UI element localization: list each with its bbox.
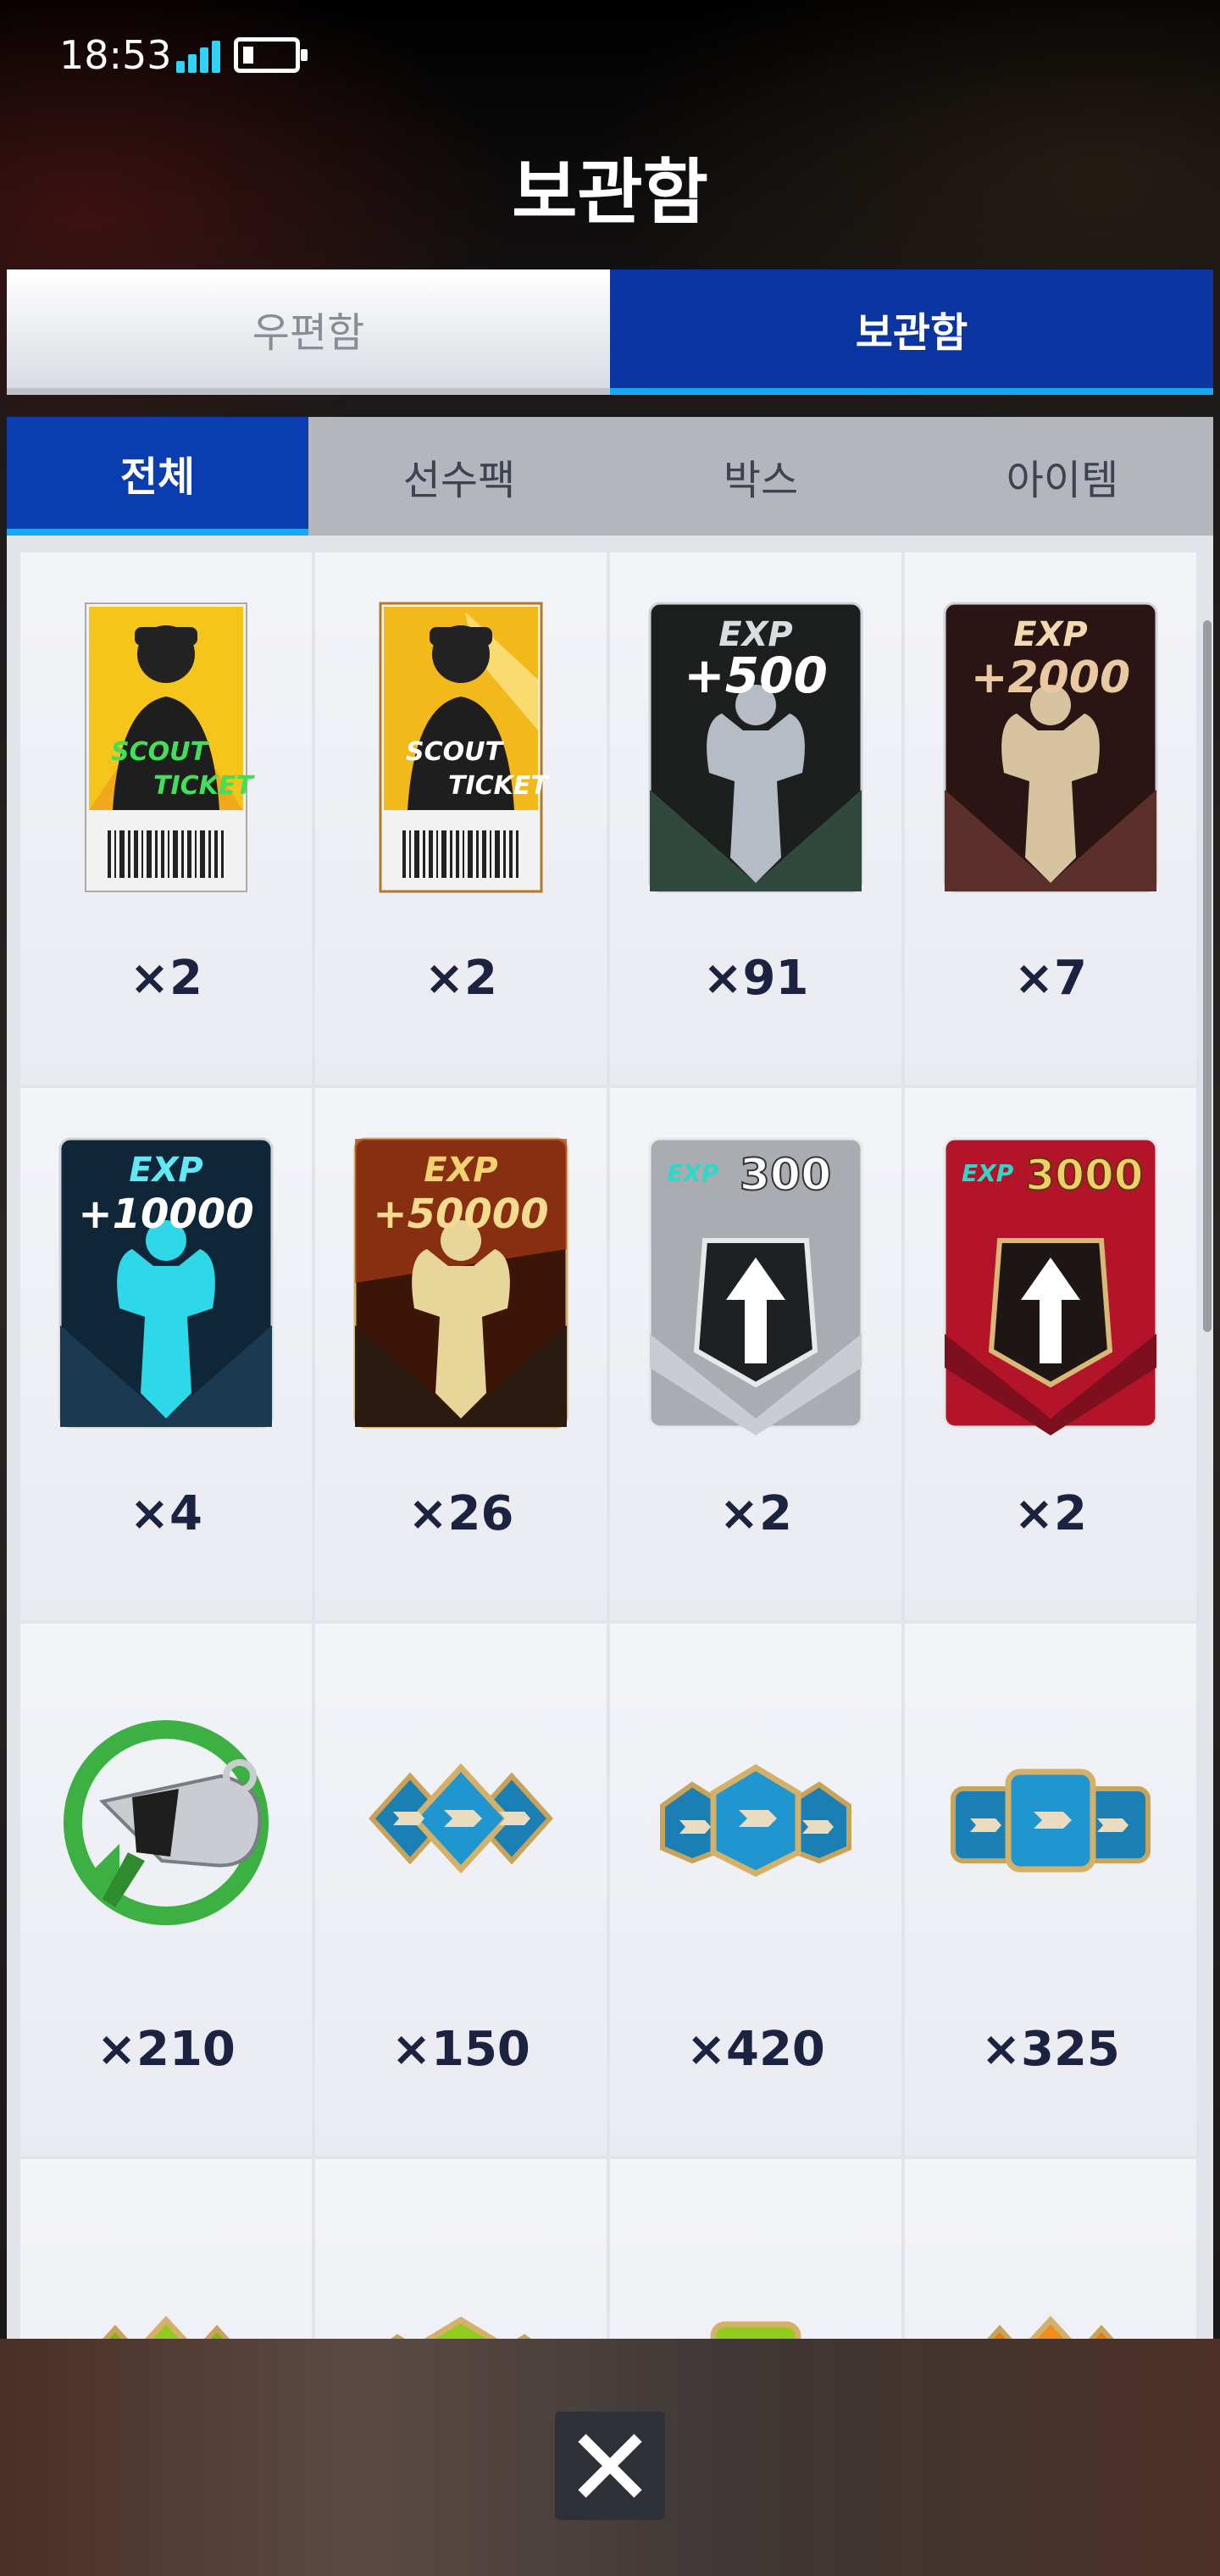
exp-card-2000-icon: EXP +2000 [943,602,1158,893]
item-count: ×4 [130,1486,202,1541]
scout-ticket-premium-icon: SCOUT TICKET [379,602,550,893]
svg-text:SCOUT: SCOUT [111,737,209,767]
orange-badge-pack-icon [987,2315,1114,2339]
inventory-item[interactable]: EXP +10000 ×4 [20,1088,312,1620]
item-count: ×2 [1014,1486,1087,1541]
inventory-item[interactable] [20,2159,312,2339]
item-count: ×91 [702,951,809,1006]
green-badge-pack-icon [391,2316,531,2339]
svg-text:+500: +500 [684,647,828,704]
inventory-item[interactable]: ×420 [610,1624,901,2156]
exp-card-10000-icon: EXP +10000 [58,1137,274,1429]
tab-storage[interactable]: 보관함 [610,269,1213,395]
signal-bars-icon [176,39,222,73]
svg-text:TICKET: TICKET [153,771,255,801]
item-count: ×150 [391,2022,530,2077]
svg-text:TICKET: TICKET [448,771,550,801]
exp-card-50000-icon: EXP +50000 [353,1137,568,1429]
svg-text:+10000: +10000 [78,1191,253,1238]
item-count: ×2 [130,951,202,1006]
tab-player-pack[interactable]: 선수팩 [308,417,610,536]
inventory-item[interactable]: ×325 [905,1624,1196,2156]
svg-text:+50000: +50000 [373,1191,548,1238]
svg-text:EXP: EXP [1013,615,1087,654]
inventory-item[interactable] [905,2159,1196,2339]
green-badge-pack-icon [710,2321,801,2339]
svg-text:3000: 3000 [1025,1151,1143,1200]
inventory-item[interactable]: ×150 [315,1624,607,2156]
blue-badge-pack-icon [368,1763,554,1874]
tab-all[interactable]: 전체 [7,417,308,536]
item-count: ×2 [719,1486,792,1541]
inventory-item[interactable]: SCOUT TICKET ×2 [315,552,607,1085]
status-bar: 18:53 [0,0,1220,110]
item-count: ×26 [408,1486,514,1541]
svg-text:+2000: +2000 [971,652,1130,703]
item-count: ×325 [981,2022,1120,2077]
battery-icon [234,37,308,73]
coach-whistle-icon [64,1720,269,1925]
svg-text:EXP: EXP [962,1159,1014,1187]
tab-box[interactable]: 박스 [610,417,912,536]
svg-text:EXP: EXP [424,1151,497,1190]
blue-badge-pack-icon [660,1763,851,1877]
inventory-item[interactable]: EXP 300 ×2 [610,1088,901,1620]
inventory-item[interactable] [610,2159,901,2339]
close-button[interactable] [555,2412,665,2520]
scout-ticket-gold-icon: SCOUT TICKET [85,602,255,892]
item-count: ×7 [1014,951,1087,1006]
exp-upgrade-3000-icon: EXP 3000 [943,1137,1158,1435]
tab-item[interactable]: 아이템 [912,417,1213,536]
inventory-item[interactable]: EXP +500 ×91 [610,552,901,1085]
page-title: 보관함 [512,151,708,234]
svg-text:EXP: EXP [129,1151,202,1190]
inventory-item[interactable]: ×210 [20,1624,312,2156]
inventory-item[interactable]: EXP +50000 ×26 [315,1088,607,1620]
item-grid: SCOUT TICKET ×2 SCOUT TICKET ×2 EXP +500… [20,552,1196,2339]
tab-mailbox[interactable]: 우편함 [7,269,610,395]
exp-card-500-icon: EXP +500 [648,602,863,893]
blue-badge-pack-icon [951,1768,1151,1873]
item-grid-panel: SCOUT TICKET ×2 SCOUT TICKET ×2 EXP +500… [7,536,1213,2339]
item-count: ×210 [97,2022,236,2077]
inventory-item[interactable]: SCOUT TICKET ×2 [20,552,312,1085]
inventory-item[interactable] [315,2159,607,2339]
svg-text:SCOUT: SCOUT [406,737,504,767]
inventory-item[interactable]: EXP +2000 ×7 [905,552,1196,1085]
svg-text:EXP: EXP [667,1159,719,1187]
close-icon [578,2434,642,2498]
exp-upgrade-300-icon: EXP 300 [648,1137,863,1435]
top-tabs: 우편함 보관함 [7,269,1213,395]
inventory-item[interactable]: EXP 3000 ×2 [905,1088,1196,1620]
green-badge-pack-icon [103,2315,230,2339]
svg-text:300: 300 [740,1150,832,1201]
category-tabs: 전체 선수팩 박스 아이템 [7,417,1213,536]
scrollbar[interactable] [1203,620,1212,1332]
status-time: 18:53 [59,32,172,78]
item-count: ×2 [424,951,497,1006]
item-count: ×420 [686,2022,825,2077]
